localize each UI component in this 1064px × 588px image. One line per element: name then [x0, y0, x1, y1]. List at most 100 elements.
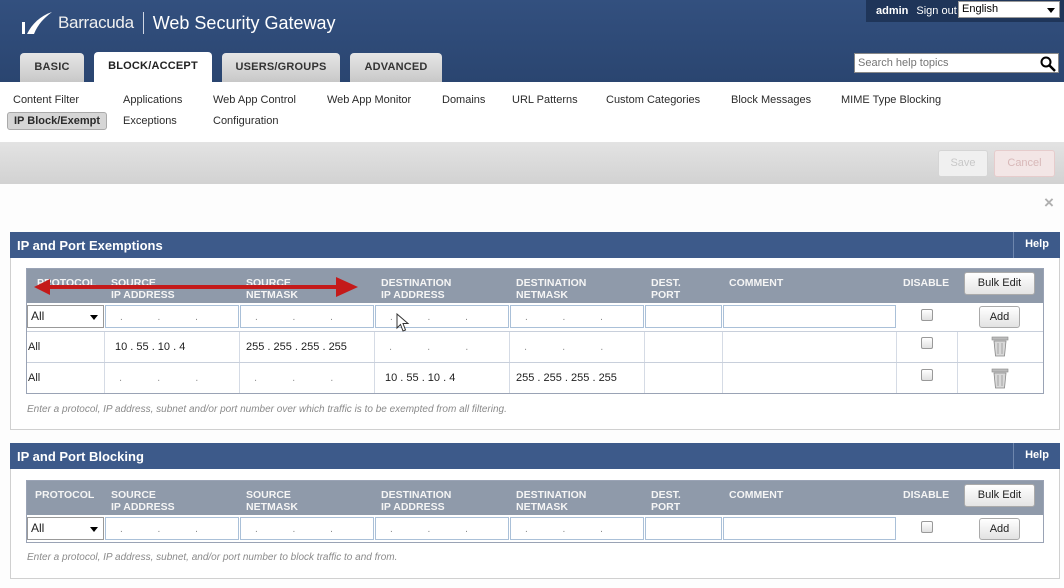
blocking-table: PROTOCOL SOURCE IP ADDRESS SOURCE NETMAS…	[26, 480, 1044, 543]
red-arrow-annotation	[34, 277, 358, 297]
subnav-web-app-control[interactable]: Web App Control	[213, 94, 296, 106]
comment-input[interactable]	[723, 305, 896, 328]
source-ip-input[interactable]: . . .	[105, 517, 239, 540]
comment-input[interactable]	[723, 517, 896, 540]
exemptions-hint: Enter a protocol, IP address, subnet and…	[27, 404, 507, 415]
barracuda-logo: Barracuda Web Security Gateway	[18, 10, 335, 36]
blocking-input-row: All . . . . . . . . . . . . Add	[27, 515, 1043, 543]
protocol-select[interactable]: All	[27, 305, 104, 328]
dest-port-input[interactable]	[645, 517, 722, 540]
subnav-ip-block-exempt[interactable]: IP Block/Exempt	[7, 112, 107, 130]
dest-ip-input[interactable]: . . .	[375, 517, 509, 540]
tab-basic[interactable]: BASIC	[20, 53, 84, 82]
user-name: admin	[876, 5, 909, 17]
cell-divider	[374, 332, 375, 362]
chevron-down-icon	[1047, 8, 1055, 13]
ip-dots: . . .	[390, 524, 484, 535]
subnav-applications[interactable]: Applications	[123, 94, 182, 106]
mouse-cursor-icon	[396, 313, 410, 332]
chevron-down-icon	[90, 527, 98, 532]
close-icon[interactable]: ×	[1044, 193, 1054, 213]
subnav-web-app-monitor[interactable]: Web App Monitor	[327, 94, 411, 106]
bulk-edit-button[interactable]: Bulk Edit	[964, 272, 1035, 295]
subnav-mime-type-blocking[interactable]: MIME Type Blocking	[841, 94, 941, 106]
disable-checkbox[interactable]	[921, 521, 933, 533]
table-row: All . . . . . . 10 . 55 . 10 . 4 255 . 2…	[27, 362, 1043, 393]
disable-checkbox[interactable]	[921, 369, 933, 381]
exemptions-title: IP and Port Exemptions	[17, 238, 163, 253]
row-source-ip: 10 . 55 . 10 . 4	[115, 341, 186, 353]
tab-block-accept[interactable]: BLOCK/ACCEPT	[94, 52, 212, 82]
subnav-custom-categories[interactable]: Custom Categories	[606, 94, 700, 106]
save-button[interactable]: Save	[938, 150, 988, 177]
subnav-content-filter[interactable]: Content Filter	[13, 94, 79, 106]
subnav-domains[interactable]: Domains	[442, 94, 485, 106]
language-select[interactable]: English	[958, 1, 1060, 18]
blocking-help-button[interactable]: Help	[1013, 443, 1060, 469]
action-bar	[0, 142, 1064, 184]
cell-divider	[509, 363, 510, 393]
col-comment: COMMENT	[729, 489, 784, 501]
bulk-edit-button[interactable]: Bulk Edit	[964, 484, 1035, 507]
col-protocol: PROTOCOL	[35, 489, 95, 501]
col-dest-netmask: DESTINATION NETMASK	[516, 489, 587, 513]
add-button[interactable]: Add	[979, 518, 1020, 540]
ip-dots: . . .	[120, 312, 214, 323]
dest-netmask-input[interactable]: . . .	[510, 305, 644, 328]
col-dest-netmask: DESTINATION NETMASK	[516, 277, 587, 301]
col-source-netmask: SOURCE NETMASK	[246, 489, 298, 513]
sign-out-link[interactable]: Sign out	[916, 5, 956, 17]
exemptions-panel-header: IP and Port Exemptions Help	[10, 232, 1060, 258]
source-netmask-input[interactable]: . . .	[240, 305, 374, 328]
blocking-title: IP and Port Blocking	[17, 449, 144, 464]
col-dest-ip: DESTINATION IP ADDRESS	[381, 489, 452, 513]
blocking-panel-header: IP and Port Blocking Help	[10, 443, 1060, 469]
subnav-configuration[interactable]: Configuration	[213, 115, 278, 127]
dest-port-input[interactable]	[645, 305, 722, 328]
add-button[interactable]: Add	[979, 306, 1020, 328]
ip-dots: . . .	[524, 341, 620, 353]
trash-icon[interactable]	[989, 367, 1011, 389]
source-ip-input[interactable]: . . .	[105, 305, 239, 328]
logo-separator	[142, 12, 144, 34]
row-dest-ip: 10 . 55 . 10 . 4	[385, 372, 456, 384]
cell-divider	[239, 363, 240, 393]
sub-navigation: Content Filter Applications Web App Cont…	[0, 82, 1064, 142]
protocol-value: All	[31, 309, 45, 323]
help-search-input[interactable]	[854, 53, 1059, 73]
cell-divider	[104, 332, 105, 362]
trash-icon[interactable]	[989, 335, 1011, 357]
row-protocol: All	[28, 372, 41, 384]
subnav-block-messages[interactable]: Block Messages	[731, 94, 811, 106]
disable-checkbox[interactable]	[921, 309, 933, 321]
col-comment: COMMENT	[729, 277, 784, 289]
tab-users-groups[interactable]: USERS/GROUPS	[222, 53, 340, 82]
dest-netmask-input[interactable]: . . .	[510, 517, 644, 540]
cell-divider	[896, 363, 897, 393]
row-dest-netmask: 255 . 255 . 255 . 255	[516, 372, 617, 384]
subnav-exceptions[interactable]: Exceptions	[123, 115, 177, 127]
ip-dots: . . .	[120, 524, 214, 535]
cell-divider	[957, 363, 958, 393]
table-row: All 10 . 55 . 10 . 4 255 . 255 . 255 . 2…	[27, 331, 1043, 362]
top-header: Barracuda Web Security Gateway admin Sig…	[0, 0, 1064, 82]
tab-advanced[interactable]: ADVANCED	[350, 53, 442, 82]
brand-name: Barracuda	[58, 13, 134, 32]
protocol-select[interactable]: All	[27, 517, 104, 540]
col-disable: DISABLE	[903, 277, 950, 289]
cell-divider	[896, 332, 897, 362]
disable-checkbox[interactable]	[921, 337, 933, 349]
source-netmask-input[interactable]: . . .	[240, 517, 374, 540]
subnav-url-patterns[interactable]: URL Patterns	[512, 94, 578, 106]
col-dest-port: DEST. PORT	[651, 489, 681, 513]
cell-divider	[374, 363, 375, 393]
product-name: Web Security Gateway	[152, 12, 336, 33]
ip-dots: . . .	[255, 312, 349, 323]
barracuda-logo-icon	[22, 12, 52, 34]
exemptions-input-row: All . . . . . . . . . . . . Add	[27, 303, 1043, 331]
cancel-button[interactable]: Cancel	[994, 150, 1055, 177]
search-icon[interactable]	[1040, 56, 1056, 72]
ip-dots: . . .	[119, 372, 215, 384]
exemptions-help-button[interactable]: Help	[1013, 232, 1060, 258]
cell-divider	[509, 332, 510, 362]
